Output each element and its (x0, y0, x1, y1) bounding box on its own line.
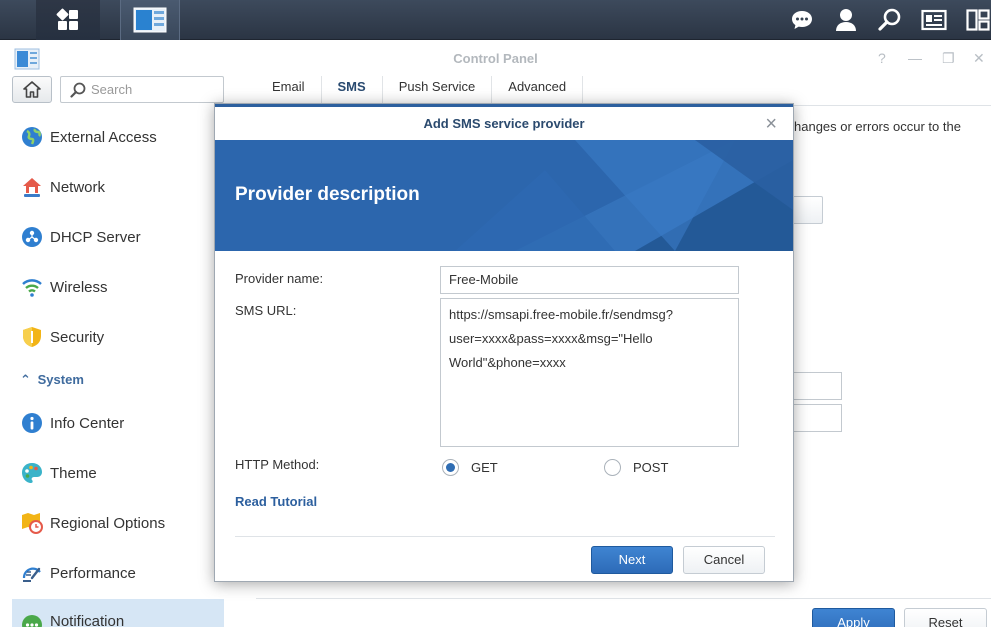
sms-url-label: SMS URL: (235, 303, 297, 318)
sidebar-item-label: DHCP Server (50, 228, 141, 246)
main-menu-button[interactable] (36, 0, 100, 40)
sidebar-item-label: Security (50, 328, 105, 346)
gauge-icon (20, 561, 44, 585)
chevron-up-icon: ⌃ (20, 372, 31, 387)
sidebar-item-performance[interactable]: Performance (12, 553, 224, 593)
sidebar-item-security[interactable]: Security (12, 317, 224, 357)
provider-name-field[interactable]: Free-Mobile (440, 266, 739, 294)
sms-setting-field[interactable] (790, 372, 842, 400)
shield-icon (20, 325, 44, 349)
sidebar-item-notification[interactable]: Notification (12, 599, 224, 627)
sidebar-item-dhcp-server[interactable]: DHCP Server (12, 217, 224, 257)
wifi-icon (20, 275, 44, 299)
widgets-button[interactable] (956, 0, 991, 40)
footer-divider (256, 598, 991, 599)
sidebar-item-regional-options[interactable]: Regional Options (12, 503, 224, 543)
add-sms-provider-dialog: Add SMS service provider × Provider desc… (214, 103, 794, 582)
sidebar: Search External Access Network DHCP Serv… (0, 76, 238, 627)
http-method-label: HTTP Method: (235, 457, 320, 472)
minimize-icon[interactable]: — (908, 50, 922, 66)
dialog-header[interactable]: Add SMS service provider × (215, 104, 793, 140)
sms-setting-field[interactable] (790, 404, 842, 432)
search-button[interactable] (868, 0, 912, 40)
http-method-post-radio[interactable]: POST (604, 459, 668, 476)
sidebar-item-wireless[interactable]: Wireless (12, 267, 224, 307)
resource-monitor-button[interactable] (912, 0, 956, 40)
home-button[interactable] (12, 76, 52, 103)
sidebar-item-label: Network (50, 178, 106, 196)
sidebar-item-label: Wireless (50, 278, 108, 296)
sidebar-item-label: Performance (50, 564, 136, 582)
dialog-title: Add SMS service provider (423, 116, 585, 131)
read-tutorial-link[interactable]: Read Tutorial (235, 494, 317, 509)
provider-name-label: Provider name: (235, 271, 324, 286)
sidebar-item-external-access[interactable]: External Access (12, 117, 224, 157)
close-icon[interactable]: ✕ (973, 50, 985, 67)
chat-bubble-icon (20, 613, 44, 627)
next-button[interactable]: Next (591, 546, 673, 574)
window-title-bar[interactable]: Control Panel ? — ❐ ✕ (0, 40, 991, 76)
sidebar-item-label: Info Center (50, 414, 125, 432)
search-input[interactable]: Search (60, 76, 224, 103)
tab-email[interactable]: Email (256, 76, 322, 106)
home-icon (23, 81, 41, 98)
tab-advanced[interactable]: Advanced (492, 76, 584, 106)
sidebar-item-theme[interactable]: Theme (12, 453, 224, 493)
apply-button[interactable]: Apply (812, 608, 895, 627)
id-card-icon (921, 9, 947, 31)
dialog-banner: Provider description (215, 140, 793, 251)
globe-icon (20, 125, 44, 149)
tab-push-service[interactable]: Push Service (383, 76, 493, 106)
sidebar-item-label: Regional Options (50, 514, 166, 532)
control-panel-icon (133, 7, 167, 33)
sidebar-item-label: Notification (50, 613, 125, 627)
grid-icon (56, 8, 78, 30)
sms-url-field[interactable]: https://smsapi.free-mobile.fr/sendmsg? u… (440, 298, 739, 447)
sidebar-item-label: Theme (50, 464, 97, 482)
user-icon (836, 9, 856, 31)
tab-bar: Email SMS Push Service Advanced (256, 76, 584, 106)
taskbar (0, 0, 991, 40)
search-icon (70, 82, 86, 98)
sidebar-item-network[interactable]: Network (12, 167, 224, 207)
search-icon (878, 8, 901, 31)
tab-sms[interactable]: SMS (321, 76, 383, 106)
sidebar-group-system[interactable]: ⌃ System (20, 372, 84, 388)
http-method-get-radio[interactable]: GET (442, 459, 498, 476)
info-icon (20, 411, 44, 435)
radio-label: GET (471, 460, 498, 475)
dhcp-icon (20, 225, 44, 249)
widgets-icon (966, 9, 990, 31)
banner-title: Provider description (235, 184, 420, 205)
window-title: Control Panel (453, 51, 538, 66)
sidebar-item-info-center[interactable]: Info Center (12, 403, 224, 443)
user-button[interactable] (824, 0, 868, 40)
radio-unselected-icon (604, 459, 621, 476)
maximize-icon[interactable]: ❐ (942, 50, 955, 67)
map-clock-icon (20, 511, 44, 535)
dialog-footer-divider (235, 536, 775, 537)
sidebar-group-label: System (37, 372, 84, 387)
radio-label: POST (633, 460, 669, 475)
sidebar-item-label: External Access (50, 128, 157, 146)
radio-selected-icon (442, 459, 459, 476)
close-icon[interactable]: × (765, 114, 777, 134)
sms-description-text: hanges or errors occur to the (794, 119, 961, 134)
search-placeholder: Search (91, 82, 133, 97)
house-network-icon (20, 175, 44, 199)
reset-button[interactable]: Reset (904, 608, 987, 627)
chat-button[interactable] (780, 0, 824, 40)
palette-icon (20, 461, 44, 485)
help-icon[interactable]: ? (878, 50, 886, 66)
cancel-button[interactable]: Cancel (683, 546, 765, 574)
control-panel-taskbar-button[interactable] (120, 0, 180, 40)
chat-icon (792, 11, 812, 29)
